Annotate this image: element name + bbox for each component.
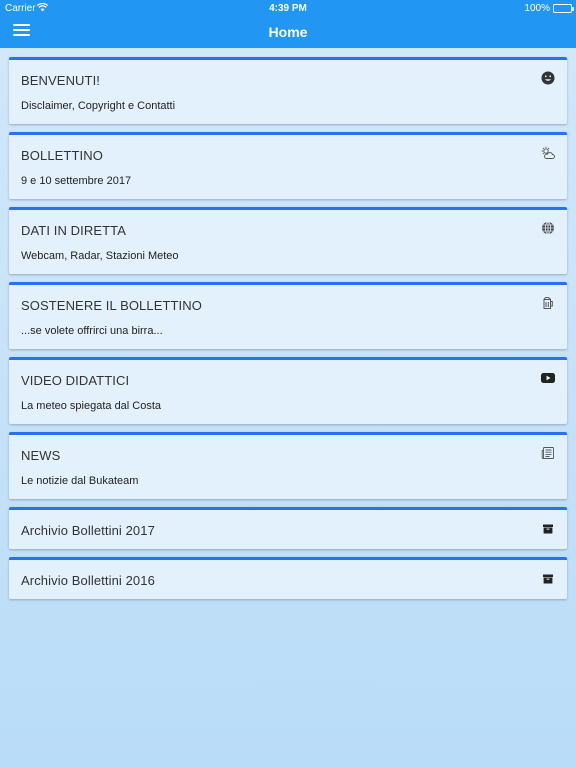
card-title: Archivio Bollettini 2016 [21, 573, 155, 588]
card-subtitle: Le notizie dal Bukateam [21, 475, 139, 487]
card-benvenuti[interactable]: BENVENUTI! Disclaimer, Copyright e Conta… [9, 57, 567, 124]
card-subtitle: 9 e 10 settembre 2017 [21, 175, 132, 187]
battery-icon [553, 4, 574, 13]
youtube-icon [541, 371, 555, 385]
newspaper-icon [541, 446, 555, 460]
partly-cloudy-icon [541, 146, 555, 160]
card-title: BENVENUTI! [21, 73, 101, 88]
card-bollettino[interactable]: BOLLETTINO 9 e 10 settembre 2017 [9, 132, 567, 199]
archive-box-icon [541, 522, 555, 536]
card-dati-in-diretta[interactable]: DATI IN DIRETTA Webcam, Radar, Stazioni … [9, 207, 567, 274]
card-video-didattici[interactable]: VIDEO DIDATTICI La meteo spiegata dal Co… [9, 357, 567, 424]
nav-bar: Home [0, 16, 576, 48]
card-title: BOLLETTINO [21, 148, 103, 163]
beer-mug-icon [541, 296, 555, 310]
archive-box-icon [541, 572, 555, 586]
smiley-icon [541, 71, 555, 85]
card-list: BENVENUTI! Disclaimer, Copyright e Conta… [9, 57, 567, 607]
card-archivio-2017[interactable]: Archivio Bollettini 2017 [9, 507, 567, 549]
status-bar: Carrier 4:39 PM 100% [0, 0, 576, 16]
card-archivio-2016[interactable]: Archivio Bollettini 2016 [9, 557, 567, 599]
card-title: VIDEO DIDATTICI [21, 373, 130, 388]
card-title: Archivio Bollettini 2017 [21, 523, 155, 538]
card-subtitle: Disclaimer, Copyright e Contatti [21, 100, 176, 112]
battery-percentage: 100% [524, 3, 550, 14]
page-title: Home [268, 24, 308, 40]
card-subtitle: Webcam, Radar, Stazioni Meteo [21, 250, 179, 262]
card-subtitle: ...se volete offrirci una birra... [21, 325, 163, 337]
card-news[interactable]: NEWS Le notizie dal Bukateam [9, 432, 567, 499]
card-title: SOSTENERE IL BOLLETTINO [21, 298, 202, 313]
globe-icon [541, 221, 555, 235]
card-sostenere[interactable]: SOSTENERE IL BOLLETTINO ...se volete off… [9, 282, 567, 349]
card-title: DATI IN DIRETTA [21, 223, 127, 238]
card-subtitle: La meteo spiegata dal Costa [21, 400, 162, 412]
card-title: NEWS [21, 448, 61, 463]
status-time: 4:39 PM [269, 3, 307, 14]
